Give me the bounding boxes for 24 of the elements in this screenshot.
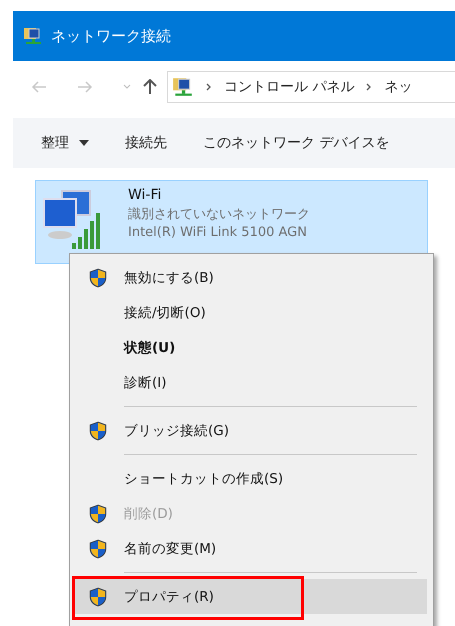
connection-name: Wi-Fi [128, 187, 162, 203]
chevron-right-icon [206, 83, 212, 91]
breadcrumb[interactable]: コントロール パネル [224, 78, 354, 96]
address-bar[interactable]: コントロール パネル ネッ [167, 71, 455, 103]
up-arrow-icon[interactable] [143, 79, 157, 95]
adapter-name: Intel(R) WiFi Link 5100 AGN [128, 225, 308, 240]
network-folder-icon [172, 76, 194, 98]
chevron-right-icon [366, 83, 372, 91]
dropdown-icon [79, 140, 89, 146]
menu-item[interactable]: ブリッジ接続(G) [72, 413, 431, 448]
menu-item[interactable]: 状態(U) [72, 330, 431, 365]
connection-status: 識別されていないネットワーク [128, 206, 310, 223]
breadcrumb[interactable]: ネッ [384, 78, 412, 96]
network-folder-icon [23, 26, 43, 46]
menu-item[interactable]: ショートカットの作成(S) [72, 461, 431, 496]
menu-item[interactable]: 接続/切断(O) [72, 295, 431, 330]
menu-item[interactable]: 名前の変更(M) [72, 531, 431, 566]
toolbar-button[interactable]: 整理 [41, 134, 89, 152]
menu-item[interactable]: プロパティ(R) [72, 579, 427, 614]
toolbar-button[interactable]: 接続先 [125, 134, 167, 152]
toolbar-button[interactable]: このネットワーク デバイスを [203, 134, 390, 152]
chevron-down-icon[interactable] [123, 84, 131, 90]
menu-item[interactable]: 診断(I) [72, 365, 431, 400]
window-title: ネットワーク接続 [51, 26, 171, 46]
